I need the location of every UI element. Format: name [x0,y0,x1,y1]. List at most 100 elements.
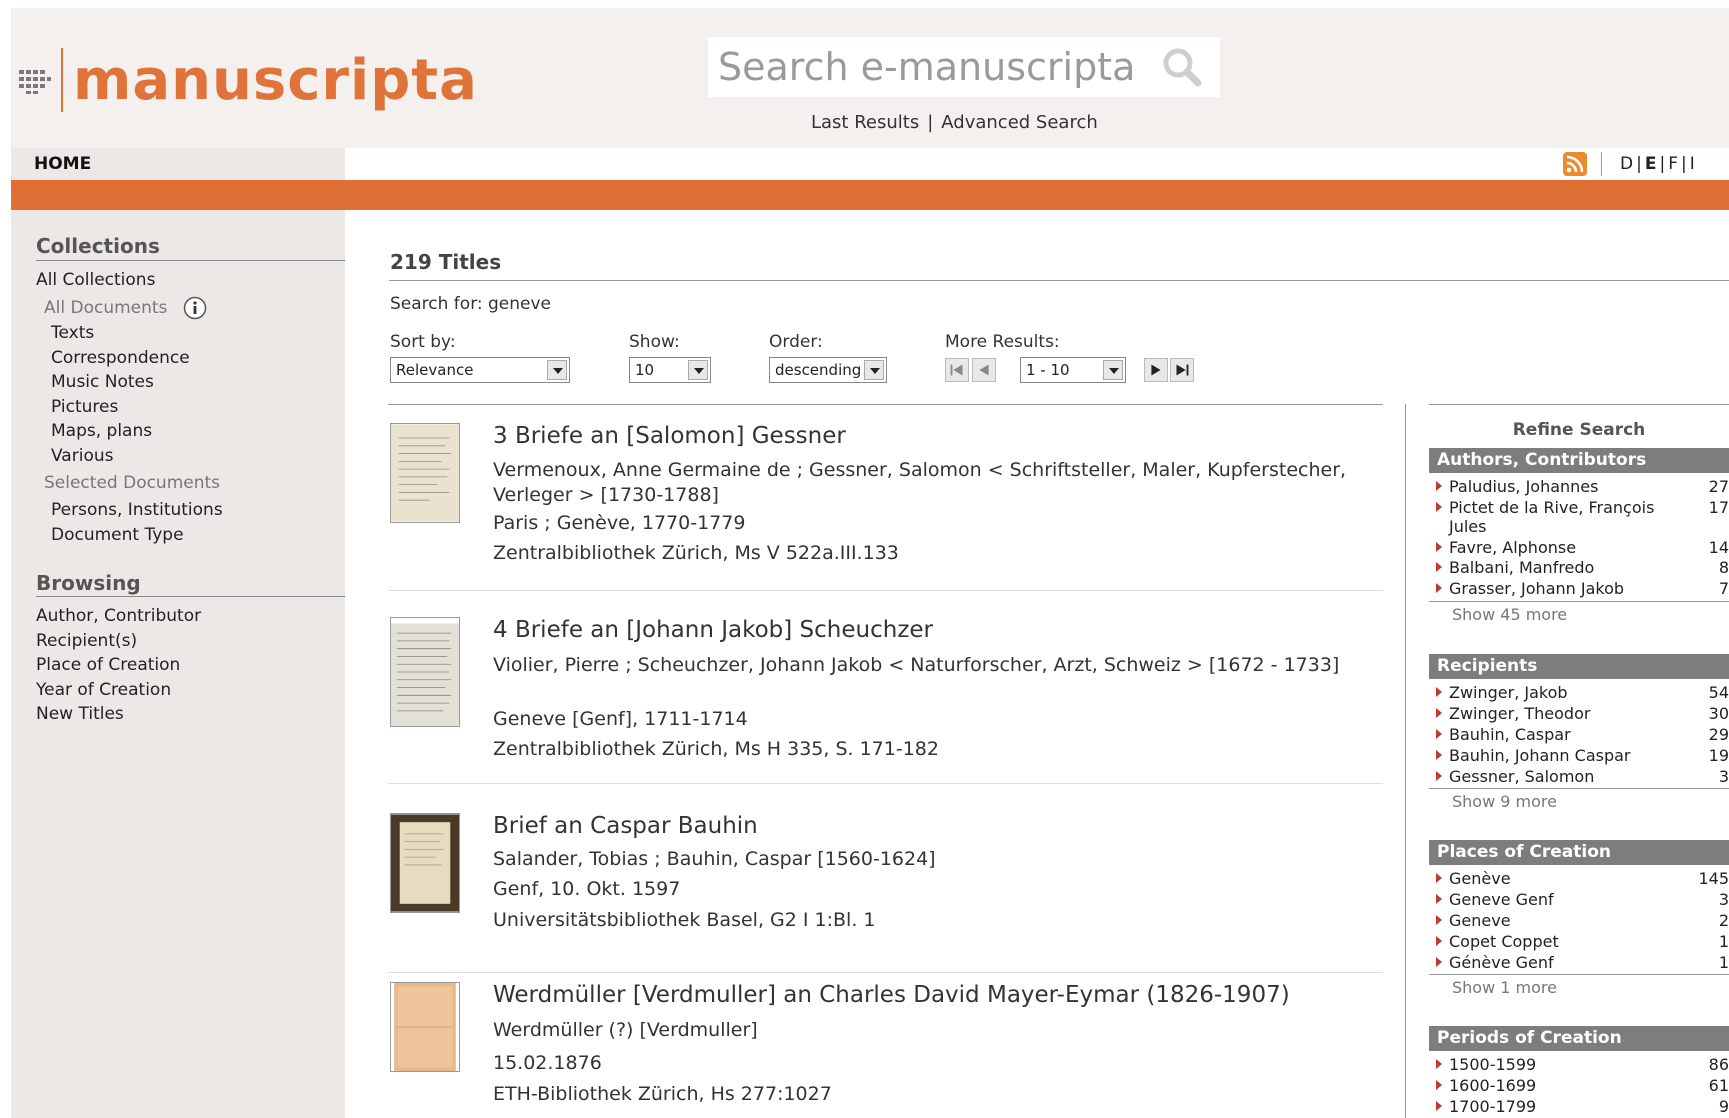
facet-label: Geneve Genf [1449,890,1554,909]
facet-count: 3 [1718,890,1729,909]
triangle-right-icon [1436,729,1442,739]
order-select-value: descending [775,361,862,379]
nav-home[interactable]: HOME [11,148,345,180]
browse-item-year[interactable]: Year of Creation [36,680,171,700]
facet-count: 86 [1708,1055,1729,1074]
sort-select-value: Relevance [396,361,474,379]
manuscript-thumbnail[interactable] [390,423,460,523]
show-more-places[interactable]: Show 1 more [1452,978,1557,997]
triangle-right-icon [1436,687,1442,697]
result-title[interactable]: 4 Briefe an [Johann Jakob] Scheuchzer [493,617,933,643]
results-divider [388,404,1383,405]
triangle-right-icon [1436,481,1442,491]
sort-label: Sort by: [390,332,456,352]
main-content: 219 Titles Search for: geneve Sort by: S… [345,210,1729,1118]
advanced-search-link[interactable]: Advanced Search [941,112,1097,133]
left-sidebar: Collections All Collections All Document… [11,210,345,1118]
link-separator: | [927,112,934,133]
refine-title: Refine Search [1512,420,1646,440]
result-divider [388,972,1383,973]
sidebar-item-persons-institutions[interactable]: Persons, Institutions [51,500,223,520]
next-page-icon[interactable] [1144,358,1168,382]
show-more-recipients[interactable]: Show 9 more [1452,792,1557,811]
facet-count: 61 [1708,1076,1729,1095]
collections-heading: Collections [36,234,160,258]
triangle-right-icon [1436,1080,1442,1090]
result-holding: ETH-Bibliothek Zürich, Hs 277:1027 [493,1083,832,1105]
facet-label: Bauhin, Johann Caspar [1449,746,1631,765]
sort-select[interactable]: Relevance [390,357,570,383]
result-divider [388,783,1383,784]
search-input[interactable] [708,39,1148,95]
facet-heading-recipients: Recipients [1429,654,1729,679]
sidebar-item-selected-documents[interactable]: Selected Documents [44,473,220,493]
info-icon[interactable] [183,296,207,320]
sidebar-item-music-notes[interactable]: Music Notes [51,372,154,392]
sidebar-item-texts[interactable]: Texts [51,323,94,343]
manuscript-thumbnail[interactable] [390,813,460,913]
sidebar-item-all-documents[interactable]: All Documents [44,296,207,320]
lang-e[interactable]: E [1645,154,1658,174]
triangle-right-icon [1436,708,1442,718]
browse-item-place[interactable]: Place of Creation [36,655,180,675]
order-label: Order: [769,332,823,352]
manuscript-thumbnail[interactable] [390,617,460,727]
sidebar-item-correspondence[interactable]: Correspondence [51,348,190,368]
sidebar-item-maps-plans[interactable]: Maps, plans [51,421,152,441]
browsing-heading: Browsing [36,571,141,595]
facet-count: 9 [1718,1097,1729,1116]
result-title[interactable]: Brief an Caspar Bauhin [493,813,758,839]
triangle-right-icon [1436,957,1442,967]
result-title[interactable]: 3 Briefe an [Salomon] Gessner [493,423,846,449]
nav-bar: HOME D | E | F | I [11,148,1729,180]
first-page-icon[interactable] [945,358,969,382]
facet-label: Zwinger, Jakob [1449,683,1568,702]
sidebar-item-document-type[interactable]: Document Type [51,525,184,545]
search-icon[interactable] [1160,45,1204,89]
range-select-value: 1 - 10 [1026,361,1070,379]
facet-label: Balbani, Manfredo [1449,558,1595,577]
lang-d[interactable]: D [1620,154,1634,174]
site-logo[interactable]: manuscripta [17,40,478,120]
result-holding: Zentralbibliothek Zürich, Ms V 522a.III.… [493,542,899,564]
facet-count: 1 [1718,953,1729,972]
lang-f[interactable]: F [1668,154,1679,174]
order-select[interactable]: descending [769,357,887,383]
facet-label: Bauhin, Caspar [1449,725,1571,744]
show-select[interactable]: 10 [629,357,711,383]
sidebar-item-various[interactable]: Various [51,446,113,466]
chevron-down-icon [1103,360,1123,380]
facet-count: 30 [1708,704,1729,723]
facet-rule [1429,974,1729,975]
chevron-down-icon [547,360,567,380]
result-divider [388,590,1383,591]
facet-label: Grasser, Johann Jakob [1449,579,1625,598]
range-select[interactable]: 1 - 10 [1020,357,1126,383]
result-place-date: 15.02.1876 [493,1052,602,1074]
collections-rule [36,260,345,261]
result-title[interactable]: Werdmüller [Verdmuller] an Charles David… [493,982,1290,1008]
browse-item-new-titles[interactable]: New Titles [36,704,124,724]
triangle-right-icon [1436,1101,1442,1111]
prev-page-icon[interactable] [972,358,996,382]
last-results-link[interactable]: Last Results [811,112,919,133]
rss-icon[interactable] [1563,152,1587,176]
browse-item-author[interactable]: Author, Contributor [36,606,201,626]
search-for-text: Search for: geneve [390,294,552,314]
manuscript-thumbnail[interactable] [390,982,460,1072]
results-title-rule [389,280,1729,281]
facet-heading-authors: Authors, Contributors [1429,448,1729,473]
show-label: Show: [629,332,680,352]
logo-grid-icon [19,70,51,94]
show-more-authors[interactable]: Show 45 more [1452,605,1567,624]
facet-count: 19 [1708,746,1729,765]
sidebar-item-pictures[interactable]: Pictures [51,397,118,417]
result-holding: Universitätsbibliothek Basel, G2 I 1:Bl.… [493,909,876,931]
last-page-icon[interactable] [1170,358,1194,382]
sidebar-item-all-collections[interactable]: All Collections [36,270,155,290]
lang-i[interactable]: I [1690,154,1696,174]
result-authors: Violier, Pierre ; Scheuchzer, Johann Jak… [493,654,1340,676]
browse-item-recipient[interactable]: Recipient(s) [36,631,137,651]
facet-label: Genève [1449,869,1511,888]
facet-count: 17 [1708,498,1729,517]
